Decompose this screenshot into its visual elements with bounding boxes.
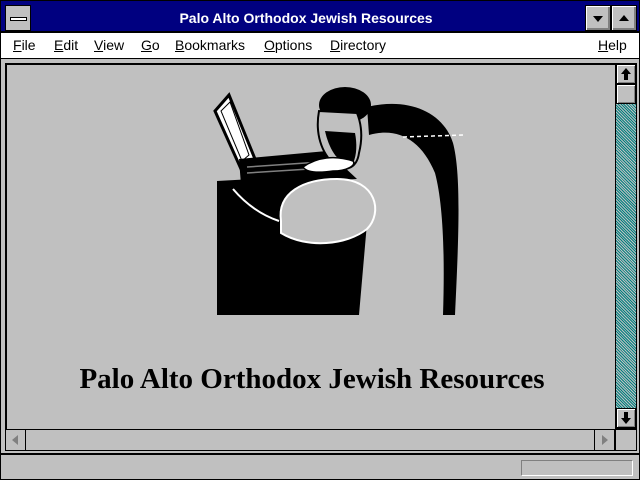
horizontal-scrollbar[interactable] xyxy=(5,429,615,451)
scroll-left-button[interactable] xyxy=(6,430,26,450)
arrow-up-icon xyxy=(621,68,631,80)
scrollbar-corner xyxy=(615,429,637,451)
vertical-scrollbar[interactable] xyxy=(615,63,637,429)
browser-window: Palo Alto Orthodox Jewish Resources File… xyxy=(0,0,640,480)
menu-edit[interactable]: Edit xyxy=(54,37,78,53)
menu-view[interactable]: View xyxy=(94,37,124,53)
scroll-up-button[interactable] xyxy=(616,64,636,84)
page-content: Palo Alto Orthodox Jewish Resources xyxy=(5,63,615,429)
arrow-left-icon xyxy=(12,435,18,445)
title-bar[interactable]: Palo Alto Orthodox Jewish Resources xyxy=(1,1,639,33)
menu-options[interactable]: Options xyxy=(264,37,312,53)
page-heading: Palo Alto Orthodox Jewish Resources xyxy=(79,363,545,395)
status-text xyxy=(7,460,507,476)
menu-help[interactable]: Help xyxy=(598,37,627,53)
maximize-icon xyxy=(619,15,629,21)
window-title: Palo Alto Orthodox Jewish Resources xyxy=(179,10,433,26)
menu-bookmarks[interactable]: Bookmarks xyxy=(175,37,245,53)
status-progress-indicator xyxy=(521,460,633,476)
maximize-button[interactable] xyxy=(611,5,637,31)
menu-go[interactable]: Go xyxy=(141,37,160,53)
vertical-scroll-thumb[interactable] xyxy=(616,84,636,104)
system-menu-button[interactable] xyxy=(5,5,31,31)
system-menu-icon xyxy=(10,17,27,21)
status-bar xyxy=(1,453,639,479)
minimize-button[interactable] xyxy=(585,5,611,31)
arrow-right-icon xyxy=(602,435,608,445)
scroll-down-button[interactable] xyxy=(616,408,636,428)
menu-directory[interactable]: Directory xyxy=(330,37,386,53)
scroll-right-button[interactable] xyxy=(594,430,614,450)
minimize-icon xyxy=(593,16,603,22)
menu-file[interactable]: File xyxy=(13,37,36,53)
arrow-down-icon xyxy=(621,412,631,424)
menu-bar: File Edit View Go Bookmarks Options Dire… xyxy=(1,33,639,59)
man-at-laptop-illustration xyxy=(213,87,464,316)
